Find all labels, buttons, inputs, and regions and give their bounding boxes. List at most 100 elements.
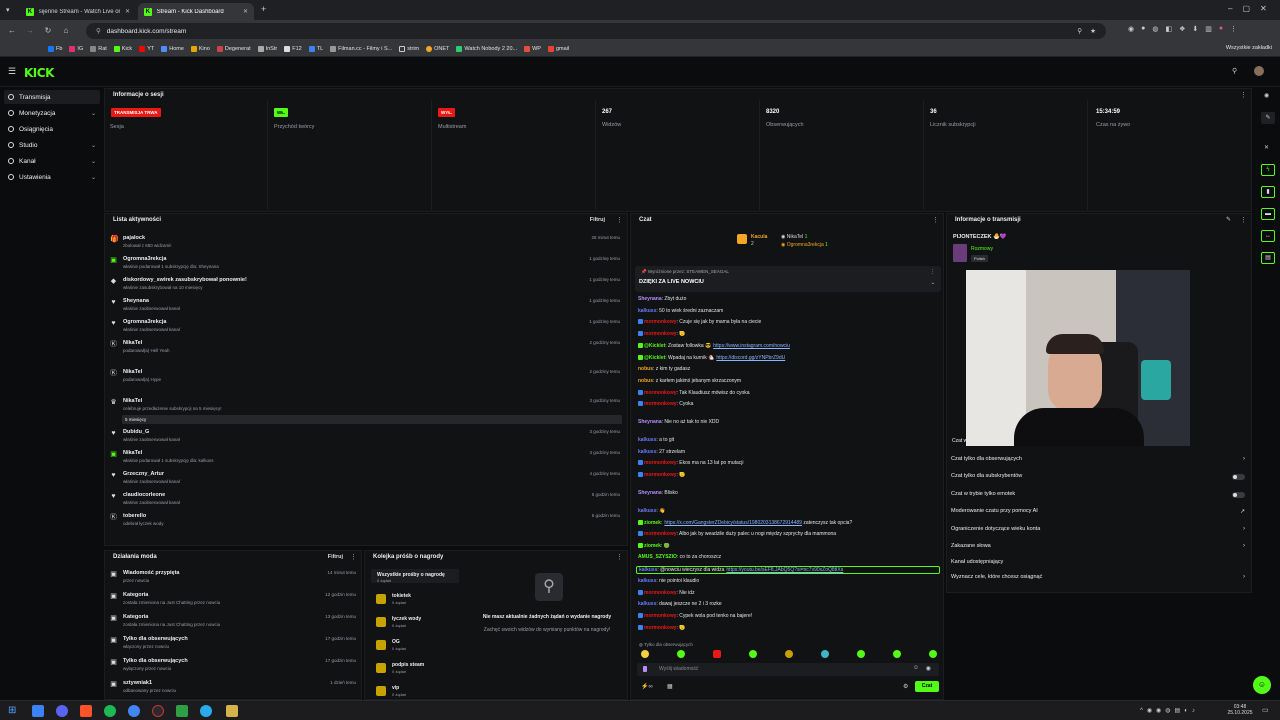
activity-name[interactable]: diskordowy_swirek zasubskrybował ponowni… [123,277,247,283]
chat-link[interactable]: https://discord.gg/zYNPbrZ9dU [716,355,785,361]
reward-item[interactable]: tokietek 0 żądań [374,591,464,609]
more-options-icon[interactable]: ⋮ [1240,216,1247,224]
taskbar-app-icon[interactable] [226,705,238,717]
close-tab-icon[interactable]: ✕ [243,8,248,15]
stream-setting-row[interactable]: Wyznacz cele, które chcesz osiągnąć › [951,574,1247,587]
chat-username[interactable]: mormonkowy [644,590,677,596]
toolbar-close-icon[interactable]: ✕ [1264,144,1269,151]
address-bar[interactable]: ⚲ dashboard.kick.com/stream ★ ⚲ [86,23,1106,39]
toggle-switch[interactable] [1232,474,1245,480]
pin-icon[interactable]: ⋮ [930,269,935,275]
chat-username[interactable]: @Kicklet [644,343,665,349]
stream-setting-row[interactable]: Czat tylko dla obserwujących › [951,456,1247,469]
activity-name[interactable]: toberello [123,513,146,519]
category-name[interactable]: Rozmowy [971,246,993,252]
bookmark-gmail[interactable]: gmail [547,46,569,52]
site-info-icon[interactable]: ⚲ [96,27,101,35]
activity-name[interactable]: Dubidu_G [123,429,149,435]
bookmark-home[interactable]: Home [161,46,184,52]
sidebar-item-studio[interactable]: Studio ⌄ [4,138,100,152]
extensions-bar[interactable]: ◉ ● ◍ ◧ ❖ ⬇ ▥ ● ⋮ [1128,25,1268,37]
notifications-icon[interactable]: ▭ [1262,706,1269,714]
activity-name[interactable]: NikaTel [123,450,142,456]
reward-item[interactable]: łyczek wody 0 żądań [374,614,464,632]
activity-name[interactable]: NikaTel [123,369,142,375]
chat-username[interactable]: mormonkowy [644,613,677,619]
bookmark-watch-nobody[interactable]: Watch Nobody 2 20... [456,46,517,52]
stream-setting-row[interactable]: Moderowanie czatu przy pomocy AI ↗ [951,508,1247,521]
sidebar-item-osiagniecia[interactable]: Osiągnięcia [4,122,100,136]
sidebar-item-ustawienia[interactable]: Ustawienia ⌄ [4,170,100,184]
chat-send-button[interactable]: Czat [915,681,939,692]
reward-item[interactable]: vip 0 żądań [374,683,464,701]
chevron-down-icon[interactable]: ⌄ [931,280,935,286]
chevron-right-icon[interactable]: › [1243,543,1245,549]
toolbar-card-icon[interactable]: ▮ [1261,186,1275,198]
toolbar-panel-icon[interactable]: ▤ [1261,252,1275,264]
chat-input[interactable]: Wyślij wiadomość ☺ ◉ [637,663,939,676]
reward-item[interactable]: podpis steam 0 żądań [374,660,464,678]
bookmark-ig[interactable]: IG [69,46,83,52]
bookmark-degenerat[interactable]: Degenerat [216,46,251,52]
discord-icon[interactable] [56,705,68,717]
stream-setting-row[interactable]: Kanał udostępniający [951,559,1247,572]
chat-username[interactable]: Sheynana [638,419,662,425]
emote-bar[interactable] [637,650,941,662]
chat-username[interactable]: nobus [638,366,653,372]
bookmark-kick[interactable]: Kick [113,46,132,52]
kick-logo[interactable]: KICK [24,66,54,80]
chat-username[interactable]: kalkuss [638,508,656,514]
window-controls[interactable]: –▢✕ [1228,4,1277,13]
external-link-icon[interactable]: ↗ [1240,508,1245,515]
system-tray[interactable]: ^◉◉◍▤◐♪ [1140,707,1199,714]
chat-username[interactable]: mormonkowy [644,331,677,337]
chat-username[interactable]: nobus [638,378,653,384]
taskbar-app-icon[interactable] [176,705,188,717]
chat-username[interactable]: kalkuss [638,449,656,455]
all-rewards-item[interactable]: Wszystkie prośby o nagrodę 0 żądań [371,569,459,583]
toggle-switch[interactable] [1232,492,1245,498]
more-options-icon[interactable]: ⋮ [350,553,357,561]
chat-username[interactable]: kalkuss [638,308,656,314]
activity-name[interactable]: NikaTel [123,398,142,404]
user-avatar[interactable] [1254,66,1264,76]
activity-filter-button[interactable]: Filtruj [590,217,605,223]
chat-link[interactable]: https://www.instagram.com/nowciu [713,343,790,349]
obs-icon[interactable] [152,705,164,717]
bookmark-kino[interactable]: Kino [190,46,210,52]
search-icon[interactable]: ⚲ [1232,67,1237,75]
chat-username[interactable]: mormonkowy [644,401,677,407]
chat-username[interactable]: kalkuss [639,567,657,573]
close-tab-icon[interactable]: ✕ [125,8,130,15]
stream-setting-row[interactable]: Zakazane słowa › [951,543,1247,556]
chat-username[interactable]: kalkuss [638,578,656,584]
sidebar-item-kanal[interactable]: Kanał ⌄ [4,154,100,168]
stream-setting-row[interactable]: Czat tylko dla subskrybentów [951,473,1247,486]
taskbar-app-icon[interactable] [32,705,44,717]
chat-username[interactable]: mormonkowy [644,460,677,466]
chat-link[interactable]: https://x.com/GangsterZDebicy/status/198… [664,520,802,526]
activity-name[interactable]: NikaTel [123,340,142,346]
mod-filter-button[interactable]: Filtruj [328,554,343,560]
chevron-right-icon[interactable]: › [1243,574,1245,580]
hamburger-menu-icon[interactable]: ☰ [8,66,16,77]
activity-name[interactable]: Ogromna3rekcja [123,319,166,325]
chat-username[interactable]: kalkuss [638,437,656,443]
chat-username[interactable]: Sheynana [638,490,662,496]
chat-settings-icon[interactable]: ⚙ [903,683,908,690]
edit-icon[interactable]: ✎ [1226,216,1231,223]
bookmark-fb[interactable]: Fb [48,46,62,52]
bookmark-instr[interactable]: InStr [257,46,277,52]
clock[interactable]: 03:48 25.10.2025 [1222,704,1258,716]
more-options-icon[interactable]: ⋮ [932,216,939,224]
sidebar-item-transmisja[interactable]: Transmisja [4,90,100,104]
more-options-icon[interactable]: ⋮ [1240,91,1247,99]
help-chat-button[interactable]: ☺ [1253,676,1271,694]
activity-name[interactable]: pajalock [123,235,145,241]
chat-tools-icon[interactable]: ⚡∞ [641,683,653,690]
zoom-icon[interactable]: ⚲ [1077,27,1082,35]
chat-username[interactable]: mormonkowy [644,472,677,478]
chat-username[interactable]: ziomek [644,543,661,549]
toolbar-chat-icon[interactable]: ▬ [1261,208,1275,220]
brave-icon[interactable] [80,705,92,717]
